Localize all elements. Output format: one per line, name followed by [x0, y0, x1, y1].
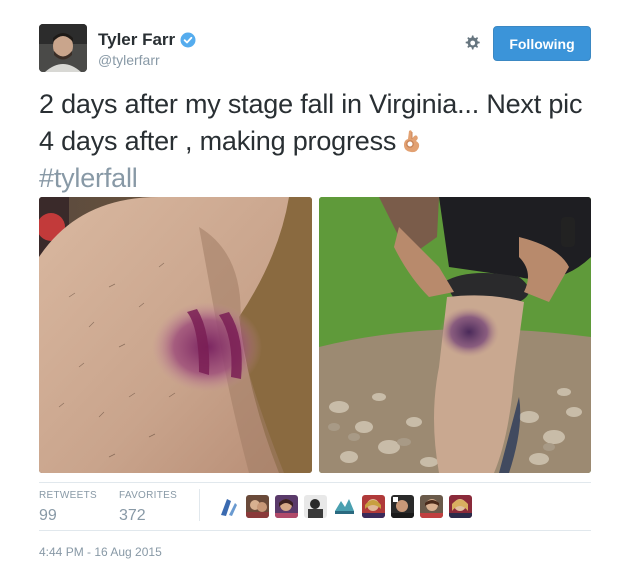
tweet-text: 2 days after my stage fall in Virginia..…	[39, 86, 599, 197]
stats-separator	[199, 489, 200, 521]
favoriter-avatar[interactable]	[246, 495, 269, 518]
name-row: Tyler Farr	[98, 30, 196, 50]
verified-badge-icon	[180, 32, 196, 48]
ok-hand-emoji-icon	[404, 130, 420, 153]
favoriter-avatar[interactable]	[304, 495, 327, 518]
favorites-label: FAVORITES	[119, 490, 178, 501]
avatar[interactable]	[39, 24, 87, 72]
divider-top	[39, 482, 591, 483]
tweet-timestamp[interactable]: 4:44 PM - 16 Aug 2015	[39, 545, 162, 559]
favoriter-avatar[interactable]	[420, 495, 443, 518]
following-button[interactable]: Following	[493, 26, 591, 61]
retweets-count: 99	[39, 507, 57, 524]
retweets-stat[interactable]: RETWEETS 99	[39, 490, 97, 525]
favoriter-avatar[interactable]	[333, 495, 356, 518]
tweet-photo-2[interactable]	[319, 197, 591, 473]
favoriters-avatars	[217, 495, 472, 518]
favoriter-avatar[interactable]	[391, 495, 414, 518]
hashtag-link[interactable]: #tylerfall	[39, 163, 138, 193]
favoriter-avatar[interactable]	[449, 495, 472, 518]
tweet-photo-1[interactable]	[39, 197, 312, 473]
tweet-body: 2 days after my stage fall in Virginia..…	[39, 89, 583, 156]
favoriter-avatar[interactable]	[362, 495, 385, 518]
divider-bottom	[39, 530, 591, 531]
favoriter-avatar[interactable]	[275, 495, 298, 518]
tweet-card: Tyler Farr @tylerfarr Following 2 days a…	[0, 0, 630, 571]
user-fullname[interactable]: Tyler Farr	[98, 30, 175, 50]
favorites-count: 372	[119, 507, 146, 524]
retweets-label: RETWEETS	[39, 490, 97, 501]
gear-icon[interactable]	[462, 33, 482, 53]
favorites-stat[interactable]: FAVORITES 372	[119, 490, 177, 525]
user-screenname[interactable]: @tylerfarr	[98, 52, 160, 68]
favoriter-avatar[interactable]	[217, 495, 240, 518]
